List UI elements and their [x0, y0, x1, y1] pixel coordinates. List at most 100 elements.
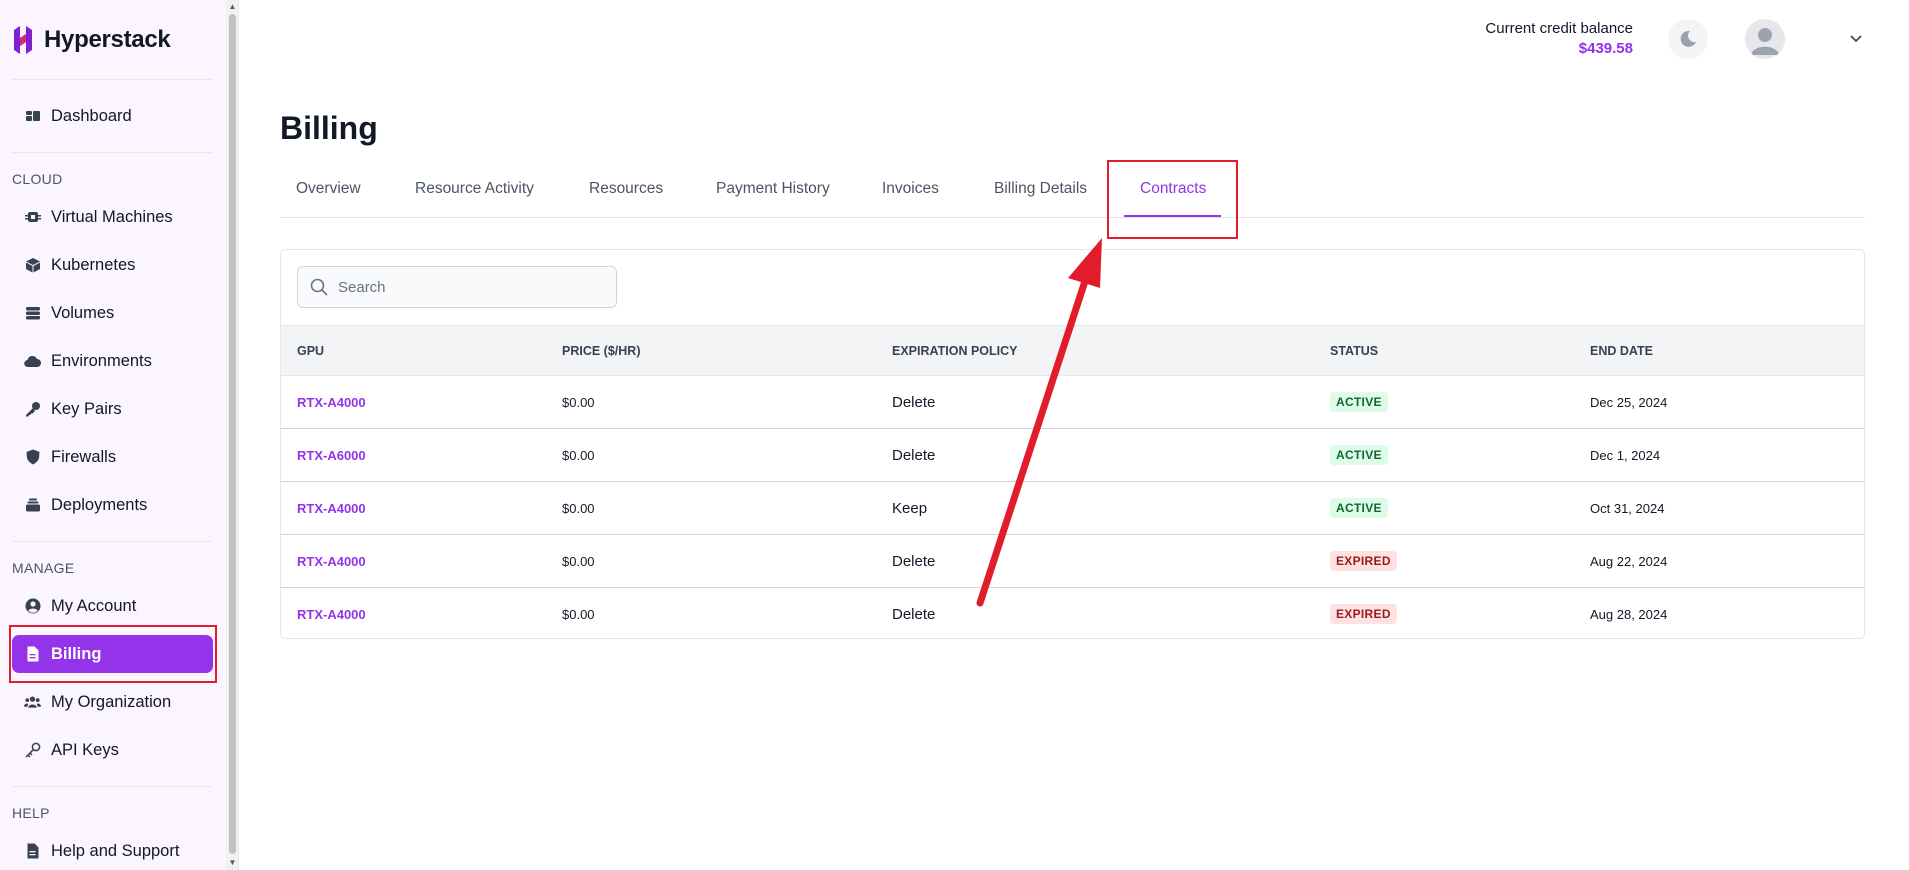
sidebar-item-virtual-machines[interactable]: Virtual Machines — [12, 198, 213, 236]
gpu-link[interactable]: RTX-A4000 — [281, 482, 546, 535]
sidebar-item-dashboard[interactable]: Dashboard — [12, 97, 213, 135]
end-date-cell: Dec 1, 2024 — [1590, 447, 1661, 463]
status-cell: ACTIVE — [1314, 482, 1574, 535]
column-header-expiration-policy[interactable]: EXPIRATION POLICY — [876, 326, 1314, 376]
table-header-row: GPU PRICE ($/HR) EXPIRATION POLICY STATU… — [281, 325, 1864, 376]
sidebar-item-kubernetes[interactable]: Kubernetes — [12, 246, 213, 284]
sidebar-item-label: Firewalls — [51, 447, 117, 466]
price-cell: $0.00 — [562, 447, 595, 463]
price-cell: $0.00 — [562, 500, 595, 516]
tab-overview[interactable]: Overview — [296, 180, 361, 198]
user-circle-icon — [24, 598, 41, 615]
scroll-down-arrow-icon[interactable]: ▼ — [228, 858, 237, 868]
sidebar-divider — [12, 79, 212, 80]
avatar[interactable] — [1745, 19, 1785, 59]
sidebar-scrollbar[interactable]: ▲ ▼ — [226, 0, 239, 870]
key-icon — [24, 401, 41, 418]
sidebar-item-deployments[interactable]: Deployments — [12, 486, 213, 524]
scrollbar-thumb[interactable] — [229, 14, 236, 854]
sidebar-item-label: My Organization — [51, 692, 172, 711]
gpu-link[interactable]: RTX-A4000 — [281, 376, 546, 429]
status-badge: EXPIRED — [1330, 604, 1397, 625]
sidebar-item-help-and-support[interactable]: Help and Support — [12, 832, 213, 870]
sidebar-item-firewalls[interactable]: Firewalls — [12, 438, 213, 476]
sidebar-divider — [12, 541, 212, 542]
hyperstack-logo-icon — [14, 26, 32, 54]
sidebar-item-label: Key Pairs — [51, 399, 122, 418]
credit-balance-label: Current credit balance — [1485, 20, 1633, 37]
document-icon — [24, 843, 41, 860]
price-cell: $0.00 — [562, 606, 595, 622]
column-header-end-date[interactable]: END DATE — [1574, 326, 1864, 376]
chip-icon — [24, 209, 41, 226]
sidebar-item-my-organization[interactable]: My Organization — [12, 683, 213, 721]
tab-invoices[interactable]: Invoices — [882, 180, 939, 198]
table-row[interactable]: RTX-A4000 $0.00 Delete EXPIRED Aug 22, 2… — [281, 535, 1864, 588]
status-cell: EXPIRED — [1314, 535, 1574, 588]
sidebar-item-key-pairs[interactable]: Key Pairs — [12, 390, 213, 428]
tab-resources[interactable]: Resources — [589, 180, 663, 198]
gpu-link[interactable]: RTX-A6000 — [281, 429, 546, 482]
sidebar-item-label: Environments — [51, 351, 152, 370]
annotation-highlight-billing — [9, 625, 217, 683]
section-title-help: HELP — [12, 805, 50, 821]
search-box[interactable] — [297, 266, 617, 308]
chevron-down-icon[interactable] — [1849, 31, 1863, 45]
sidebar-item-label: Kubernetes — [51, 255, 136, 274]
sidebar-item-label: Help and Support — [51, 841, 180, 860]
user-avatar-icon — [1751, 28, 1779, 55]
search-input[interactable] — [338, 278, 608, 296]
sidebar: Hyperstack Dashboard CLOUD Virtual Machi… — [0, 0, 226, 870]
sidebar-item-volumes[interactable]: Volumes — [12, 294, 213, 332]
theme-toggle-button[interactable] — [1668, 19, 1708, 59]
table-row[interactable]: RTX-A6000 $0.00 Delete ACTIVE Dec 1, 202… — [281, 429, 1864, 482]
billing-tabs: Overview Resource Activity Resources Pay… — [280, 168, 1865, 218]
sidebar-item-label: Virtual Machines — [51, 207, 173, 226]
status-badge: ACTIVE — [1330, 392, 1388, 412]
annotation-highlight-contracts — [1107, 160, 1238, 239]
end-date-cell: Aug 28, 2024 — [1590, 606, 1668, 622]
table-row[interactable]: RTX-A4000 $0.00 Delete EXPIRED Aug 28, 2… — [281, 588, 1864, 639]
credit-balance-value: $439.58 — [1578, 40, 1633, 57]
end-date-cell: Aug 22, 2024 — [1590, 553, 1668, 569]
shield-icon — [24, 449, 41, 466]
brand-logo[interactable]: Hyperstack — [12, 24, 171, 56]
sidebar-item-api-keys[interactable]: API Keys — [12, 731, 213, 769]
price-cell: $0.00 — [562, 394, 595, 410]
status-cell: EXPIRED — [1314, 588, 1574, 639]
page-title: Billing — [280, 110, 378, 146]
section-title-cloud: CLOUD — [12, 171, 63, 187]
table-row[interactable]: RTX-A4000 $0.00 Delete ACTIVE Dec 25, 20… — [281, 376, 1864, 429]
moon-icon — [1680, 30, 1696, 47]
column-header-gpu[interactable]: GPU — [281, 326, 546, 376]
status-badge: ACTIVE — [1330, 498, 1388, 518]
sidebar-item-my-account[interactable]: My Account — [12, 587, 213, 625]
sidebar-item-label: Volumes — [51, 303, 115, 322]
end-date-cell: Oct 31, 2024 — [1590, 500, 1665, 516]
tab-resource-activity[interactable]: Resource Activity — [415, 180, 534, 198]
gpu-link[interactable]: RTX-A4000 — [281, 535, 546, 588]
users-icon — [24, 694, 41, 711]
policy-cell: Keep — [892, 499, 928, 517]
cloud-icon — [24, 353, 41, 370]
key-outline-icon — [24, 742, 41, 759]
column-header-status[interactable]: STATUS — [1314, 326, 1574, 376]
tab-payment-history[interactable]: Payment History — [716, 180, 830, 198]
status-badge: EXPIRED — [1330, 551, 1397, 571]
gpu-link[interactable]: RTX-A4000 — [281, 588, 546, 639]
table-row[interactable]: RTX-A4000 $0.00 Keep ACTIVE Oct 31, 2024 — [281, 482, 1864, 535]
sidebar-item-environments[interactable]: Environments — [12, 342, 213, 380]
contracts-card: GPU PRICE ($/HR) EXPIRATION POLICY STATU… — [280, 249, 1865, 639]
price-cell: $0.00 — [562, 553, 595, 569]
column-header-price[interactable]: PRICE ($/HR) — [546, 326, 876, 376]
policy-cell: Delete — [892, 446, 936, 464]
cube-icon — [24, 257, 41, 274]
scroll-up-arrow-icon[interactable]: ▲ — [228, 2, 237, 12]
search-icon — [310, 278, 328, 296]
policy-cell: Delete — [892, 605, 936, 623]
sidebar-item-label: My Account — [51, 596, 137, 615]
brand-name: Hyperstack — [44, 26, 171, 53]
dashboard-icon — [24, 108, 41, 125]
tab-billing-details[interactable]: Billing Details — [994, 180, 1087, 198]
sidebar-divider — [12, 786, 212, 787]
